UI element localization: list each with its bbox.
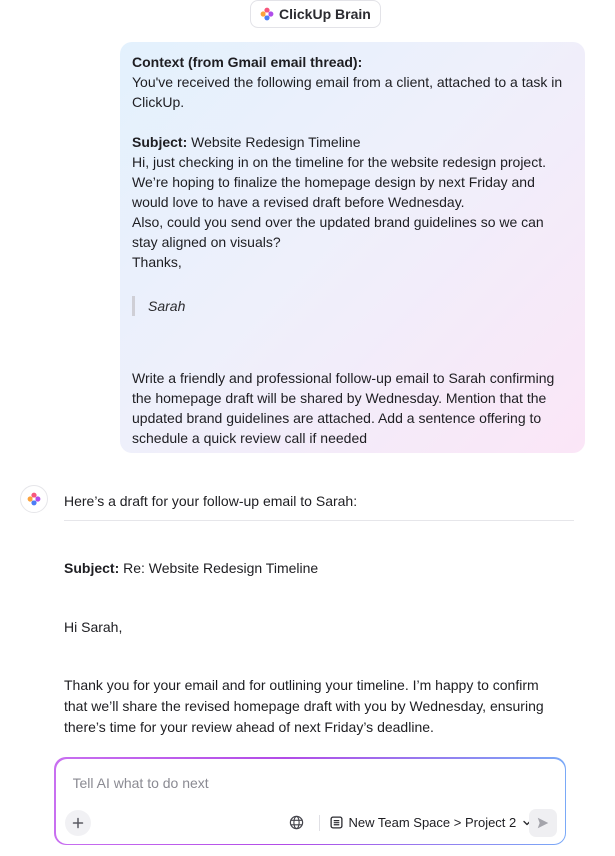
send-icon [537, 817, 548, 828]
brand-label: ClickUp Brain [279, 6, 371, 22]
location-label: New Team Space > Project 2 [348, 815, 517, 830]
divider [64, 520, 574, 521]
email-line: Also, could you send over the updated br… [132, 214, 544, 250]
web-search-toggle[interactable] [288, 814, 306, 832]
send-button[interactable] [528, 808, 557, 837]
email-line: Thanks, [132, 254, 182, 270]
email-line: We’re hoping to finalize the homepage de… [132, 174, 535, 210]
ai-avatar [20, 485, 48, 513]
context-text: You've received the following email from… [132, 74, 563, 110]
toolbar-separator [318, 814, 320, 831]
email-subject: Subject: Website Redesign Timeline [132, 132, 573, 152]
brand-pill[interactable]: ClickUp Brain [250, 0, 381, 28]
plus-icon [72, 817, 83, 828]
location-selector[interactable]: New Team Space > Project 2 [329, 812, 533, 834]
draft-subject-value: Re: Website Redesign Timeline [119, 560, 319, 576]
draft-paragraph: Thank you for your email and for outlini… [64, 677, 544, 735]
composer: New Team Space > Project 2 [54, 757, 566, 845]
draft-subject: Subject: Re: Website Redesign Timeline [64, 558, 564, 579]
user-message-bubble: Context (from Gmail email thread): You'v… [120, 42, 585, 453]
instruction-text: Write a friendly and professional follow… [132, 370, 555, 446]
globe-icon [289, 815, 304, 830]
composer-box: New Team Space > Project 2 [55, 758, 565, 844]
assistant-intro: Here’s a draft for your follow-up email … [64, 493, 358, 509]
brain-chat-page: ClickUp Brain Context (from Gmail email … [0, 0, 615, 856]
clickup-brain-logo-icon [27, 492, 41, 506]
clickup-brain-logo-icon [260, 7, 274, 21]
draft-subject-label: Subject: [64, 560, 120, 576]
context-heading: Context (from Gmail email thread): [132, 54, 363, 70]
email-subject-value: Website Redesign Timeline [187, 134, 361, 150]
email-line: Hi, just checking in on the timeline for… [132, 154, 546, 170]
draft-greeting: Hi Sarah, [64, 619, 123, 635]
add-button[interactable] [64, 809, 91, 836]
space-icon [329, 816, 343, 829]
signature-quote: Sarah [132, 296, 573, 316]
email-subject-label: Subject: [132, 134, 188, 150]
prompt-input[interactable] [72, 771, 513, 794]
